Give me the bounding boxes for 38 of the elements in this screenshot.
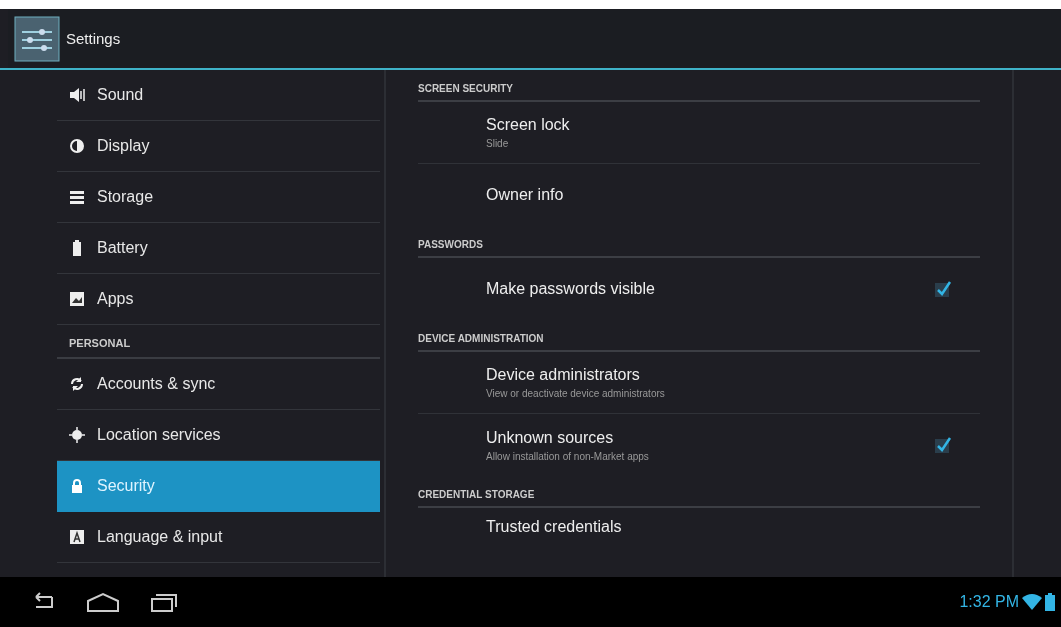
preference-title[interactable]: Unknown sources bbox=[486, 428, 934, 447]
sync-icon bbox=[69, 376, 85, 392]
wifi-icon bbox=[1022, 593, 1042, 611]
preference-title[interactable]: Trusted credentials bbox=[486, 518, 980, 536]
section-header: PASSWORDS bbox=[418, 226, 980, 258]
letter-a-icon bbox=[69, 529, 85, 545]
app-title: Settings bbox=[66, 30, 121, 47]
sidebar-item[interactable]: Storage bbox=[57, 172, 380, 223]
lock-icon bbox=[69, 478, 85, 494]
sidebar-item[interactable]: Display bbox=[57, 121, 380, 172]
preference-summary: View or deactivate device administrators bbox=[486, 388, 666, 399]
speaker-icon bbox=[69, 87, 85, 103]
preference-title[interactable]: Device administrators bbox=[486, 366, 980, 384]
recent-apps-icon[interactable] bbox=[150, 591, 178, 613]
battery-icon bbox=[1045, 593, 1055, 611]
brightness-icon bbox=[69, 138, 85, 154]
settings-app-icon[interactable] bbox=[14, 15, 60, 62]
picture-icon bbox=[69, 291, 85, 307]
location-icon bbox=[69, 427, 85, 443]
preference-summary: Allow installation of non-Market apps bbox=[486, 450, 650, 462]
section-header: DEVICE ADMINISTRATION bbox=[418, 320, 980, 352]
clock: 1:32 PM bbox=[959, 593, 1019, 611]
checkbox[interactable] bbox=[934, 280, 952, 298]
sidebar-item[interactable]: Sound bbox=[57, 70, 380, 121]
preference-title[interactable]: Screen lock bbox=[486, 116, 980, 134]
sidebar-item[interactable]: Apps bbox=[57, 274, 380, 325]
section-header: SCREEN SECURITY bbox=[418, 70, 980, 102]
home-icon[interactable] bbox=[86, 591, 120, 613]
sidebar-item[interactable]: Language & input bbox=[57, 512, 380, 563]
section-header: CREDENTIAL STORAGE bbox=[418, 476, 980, 508]
preference-title[interactable]: Owner info bbox=[486, 186, 980, 204]
storage-icon bbox=[69, 189, 85, 205]
sidebar-item[interactable]: Battery bbox=[57, 223, 380, 274]
preference-title[interactable]: Make passwords visible bbox=[486, 280, 934, 298]
checkbox[interactable] bbox=[934, 436, 952, 454]
sidebar-item[interactable]: Accounts & sync bbox=[57, 359, 380, 410]
preference-summary: Slide bbox=[486, 138, 510, 149]
category-header: PERSONAL bbox=[57, 325, 380, 359]
